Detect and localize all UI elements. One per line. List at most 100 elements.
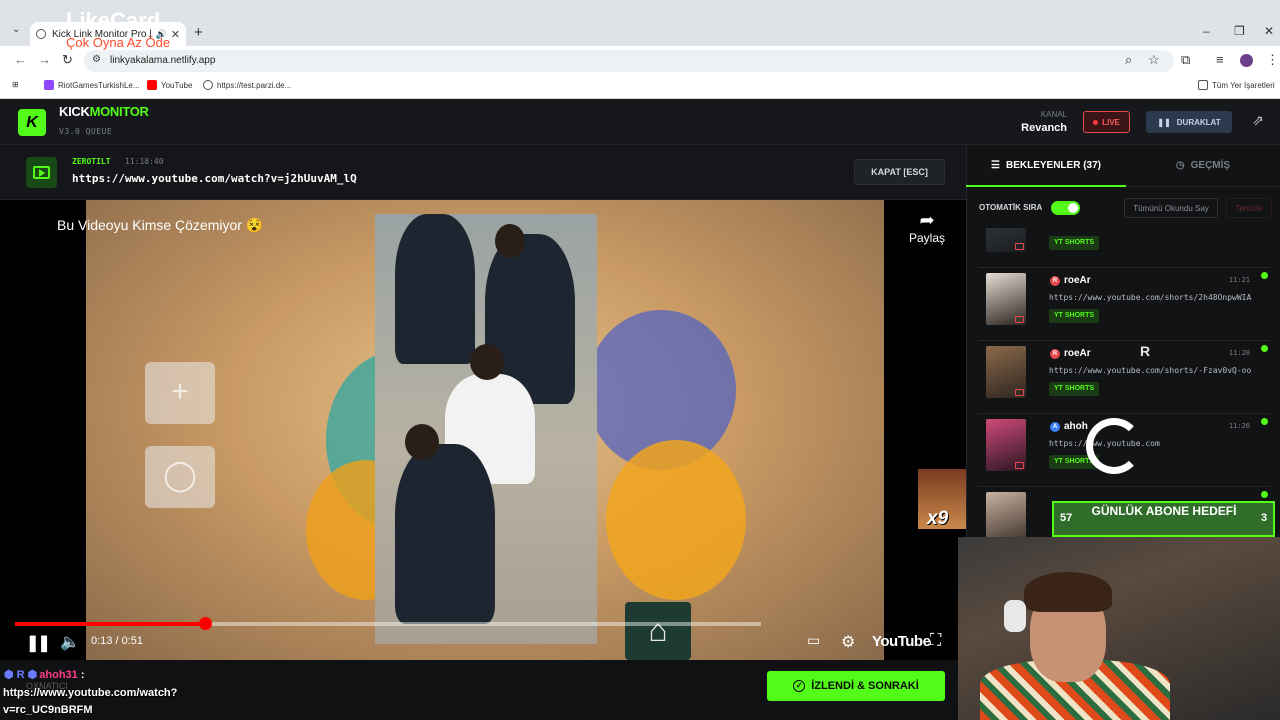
zoom-icon[interactable]: ⌕	[1125, 52, 1132, 68]
queue-thumbnail	[986, 273, 1026, 325]
external-link-icon[interactable]: ⇗	[1248, 112, 1268, 132]
live-button[interactable]: LIVE	[1083, 111, 1130, 133]
profile-avatar[interactable]	[1240, 54, 1253, 67]
queue-tag: YT SHORTS	[1049, 382, 1100, 396]
chat-user: ⬢ R ⬢ ahoh31 :	[4, 669, 85, 681]
queue-user: roeAr	[1064, 275, 1091, 286]
tab-waiting[interactable]: ☰ BEKLEYENLER (37)	[966, 145, 1126, 187]
online-dot-icon	[1261, 272, 1268, 279]
close-button[interactable]: KAPAT [ESC]	[854, 159, 945, 185]
likecard-ad	[1086, 416, 1276, 476]
r-watermark: R	[1140, 343, 1151, 359]
platform-dot-icon: A	[1050, 422, 1060, 432]
window-close-icon[interactable]: ✕	[1264, 24, 1274, 38]
video-title: Bu Videoyu Kimse Çözemiyor 😵	[57, 217, 264, 233]
meme-multiplier: x9	[927, 508, 949, 529]
progress-scrubber[interactable]	[199, 617, 212, 630]
link-url[interactable]: https://www.youtube.com/watch?v=j2hUuvAM…	[72, 172, 357, 185]
watched-next-button[interactable]: ✓ İZLENDİ & SONRAKİ	[767, 671, 945, 701]
youtube-logo[interactable]: YouTube	[872, 633, 931, 650]
volume-icon[interactable]: 🔈	[60, 632, 80, 652]
version-label: V3.0 QUEUE	[59, 127, 113, 136]
apps-icon[interactable]: ⊞	[12, 80, 19, 89]
bookmark-parzi[interactable]: https://test.parzi.de...	[203, 80, 291, 90]
queue-thumbnail	[986, 228, 1026, 252]
queue-thumbnail	[986, 346, 1026, 398]
auto-queue-toggle[interactable]	[1051, 201, 1080, 215]
queue-item[interactable]: YT SHORTS	[978, 228, 1270, 268]
likecard-slogan: Çok Oyna Az Öde	[66, 35, 171, 50]
auto-queue-label: OTOMATİK SIRA	[979, 203, 1043, 212]
back-icon[interactable]: ←	[14, 52, 27, 67]
video-people-scene	[375, 214, 597, 644]
queue-tag: YT SHORTS	[1049, 236, 1100, 250]
tab-history[interactable]: ◷ GEÇMİŞ	[1126, 145, 1280, 187]
likecard-logo-icon	[1086, 418, 1142, 474]
address-bar[interactable]	[84, 50, 1174, 72]
new-tab-icon[interactable]: +	[194, 24, 203, 41]
youtube-badge-icon	[1015, 316, 1024, 323]
platform-dot-icon: R	[1050, 276, 1060, 286]
tab-favicon-icon	[36, 29, 46, 39]
queue-url: https://www.youtube.com/shorts/-Fzav0vQ-…	[1049, 366, 1252, 375]
queue-time: 11:21	[1228, 276, 1250, 284]
bookmark-youtube[interactable]: YouTube	[147, 80, 192, 90]
media-icon[interactable]: ≡	[1216, 52, 1224, 67]
site-info-icon[interactable]: ⚙	[92, 54, 101, 65]
link-sender: ZEROTILT	[72, 157, 111, 166]
settings-icon[interactable]: ⚙	[841, 632, 855, 652]
queue-tag: YT SHORTS	[1049, 309, 1100, 323]
subtitles-icon[interactable]: ▭	[807, 632, 820, 649]
youtube-badge-icon	[1015, 389, 1024, 396]
channel-label: KANAL	[1040, 110, 1067, 119]
forward-icon[interactable]: →	[38, 52, 51, 67]
pause-video-icon[interactable]: ❚❚	[26, 633, 51, 653]
clear-button[interactable]: Temizle	[1226, 198, 1272, 218]
list-icon: ☰	[991, 159, 1000, 171]
restore-icon[interactable]: ❐	[1234, 24, 1245, 38]
tab-close-icon[interactable]: ✕	[171, 28, 180, 41]
queue-url: https://www.youtube.com/shorts/2h48OnpwW…	[1049, 293, 1252, 302]
user-ghost-icon: ◯	[145, 446, 215, 508]
online-dot-icon	[1261, 345, 1268, 352]
video-play-icon	[26, 157, 57, 188]
check-icon: ✓	[793, 680, 806, 692]
extensions-icon[interactable]: ⧉	[1181, 52, 1190, 68]
plus-ghost-icon: +	[145, 362, 215, 424]
reload-icon[interactable]: ↻	[62, 52, 73, 68]
minimize-icon[interactable]: –	[1203, 24, 1210, 38]
queue-time: 11:20	[1228, 349, 1250, 357]
kick-logo: K	[18, 109, 46, 136]
goal-current: 57	[1060, 512, 1073, 524]
address-text[interactable]: linkyakalama.netlify.app	[110, 55, 215, 66]
likecard-name: LikeCard	[66, 8, 161, 33]
queue-user: roeAr	[1064, 348, 1091, 359]
live-dot-icon	[1093, 119, 1099, 125]
headset-icon	[1004, 600, 1026, 632]
brand-title: KICKMONITOR	[59, 104, 149, 119]
pause-button[interactable]: ❚❚ DURAKLAT	[1146, 111, 1232, 133]
fullscreen-icon[interactable]: ⛶	[930, 632, 941, 650]
goal-title: GÜNLÜK ABONE HEDEFİ	[1091, 504, 1237, 518]
all-bookmarks[interactable]: Tüm Yer İşaretleri	[1198, 80, 1275, 90]
share-button[interactable]: ➦ Paylaş	[905, 210, 949, 245]
youtube-badge-icon	[1015, 462, 1024, 469]
webcam-hair	[1024, 572, 1112, 612]
queue-thumbnail	[986, 419, 1026, 471]
channel-name: Revanch	[1021, 122, 1067, 134]
youtube-badge-icon	[1015, 243, 1024, 250]
bookmark-riot[interactable]: RiotGamesTurkishLe...	[44, 80, 140, 90]
tab-search-icon[interactable]: ⌄	[12, 24, 20, 35]
progress-fill	[15, 622, 205, 626]
video-time: 0:13 / 0:51	[91, 635, 143, 647]
mark-all-read-button[interactable]: Tümünü Okundu Say	[1124, 198, 1218, 218]
queue-item[interactable]: R roeAr 11:21 https://www.youtube.com/sh…	[978, 269, 1270, 341]
menu-icon[interactable]: ⋮	[1266, 52, 1279, 68]
queue-item[interactable]: R roeAr 11:20 https://www.youtube.com/sh…	[978, 342, 1270, 414]
clock-icon: ◷	[1175, 160, 1185, 171]
chat-message: https://www.youtube.com/watch?v=rc_UC9nB…	[3, 687, 178, 716]
platform-dot-icon: R	[1050, 349, 1060, 359]
bookmark-star-icon[interactable]: ☆	[1148, 52, 1160, 68]
pause-icon: ❚❚	[1157, 117, 1171, 127]
share-icon: ➦	[919, 210, 935, 230]
